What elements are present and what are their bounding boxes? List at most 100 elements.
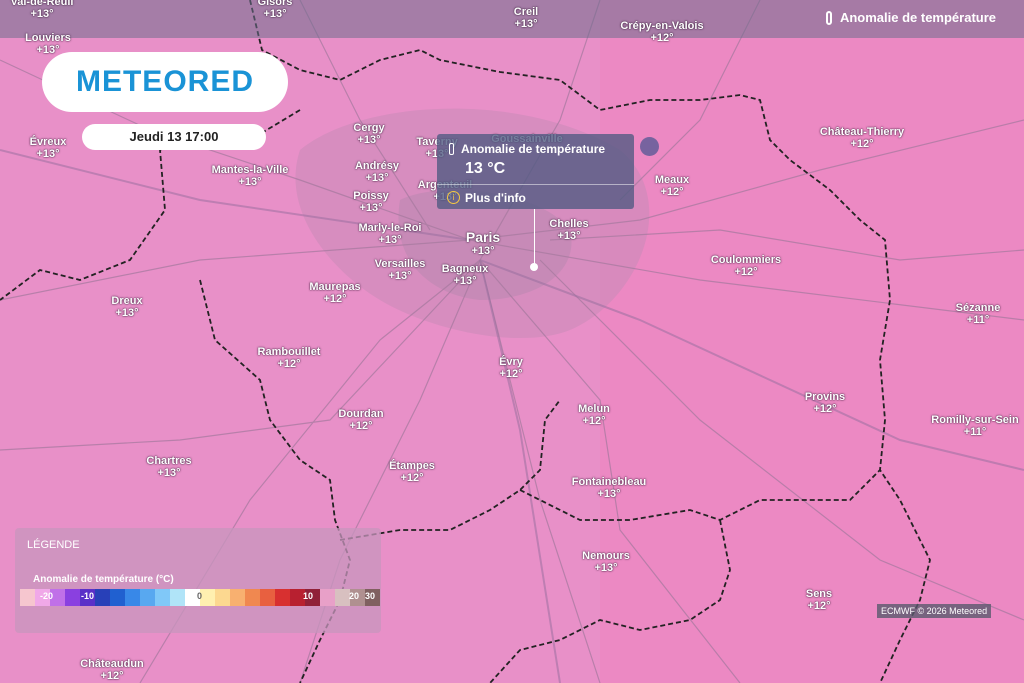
legend-swatch	[170, 589, 185, 606]
city-temp: +13°	[238, 176, 262, 188]
city-label[interactable]: Mantes-la-Ville +13°	[212, 164, 289, 188]
city-temp: +12°	[349, 420, 373, 432]
city-name: Chartres	[146, 455, 192, 467]
city-name: Rambouillet	[257, 346, 321, 358]
city-name: Marly-le-Roi	[358, 222, 422, 234]
date-selector[interactable]: Jeudi 13 17:00	[82, 124, 266, 150]
legend-swatch	[320, 589, 335, 606]
city-temp: +13°	[471, 245, 495, 257]
city-temp: +13°	[36, 148, 60, 160]
city-name: Andrésy	[354, 160, 400, 172]
city-temp: +11°	[963, 426, 987, 438]
city-temp: +13°	[388, 270, 412, 282]
city-temp: +13°	[263, 8, 287, 20]
city-name: Louviers	[25, 32, 71, 44]
city-label[interactable]: Creil +13°	[514, 6, 538, 30]
city-name: Châteaudun	[80, 658, 144, 670]
layer-selector[interactable]: Anomalie de température	[825, 10, 996, 25]
legend-subtitle: Anomalie de température (°C)	[33, 574, 174, 585]
city-name: Paris	[465, 229, 501, 245]
legend-tick: 20	[349, 591, 360, 601]
city-temp: +12°	[850, 138, 874, 150]
city-temp: +13°	[378, 234, 402, 246]
city-temp: +13°	[453, 275, 477, 287]
city-temp: +12°	[734, 266, 758, 278]
city-label[interactable]: Louviers +13°	[25, 32, 71, 56]
city-name: Versailles	[374, 258, 426, 270]
city-temp: +13°	[36, 44, 60, 56]
city-temp: +13°	[597, 488, 621, 500]
legend-swatch	[335, 589, 350, 606]
city-temp: +13°	[359, 202, 383, 214]
city-temp: +13°	[157, 467, 181, 479]
city-label[interactable]: Paris +13°	[465, 229, 501, 258]
location-bubble[interactable]	[640, 137, 659, 156]
city-label[interactable]: Chelles +13°	[549, 218, 588, 242]
location-pin[interactable]	[530, 263, 538, 271]
city-temp: +12°	[100, 670, 124, 682]
city-name: Sens	[805, 588, 833, 600]
legend-swatch	[260, 589, 275, 606]
popup-value: 13 °C	[465, 160, 506, 177]
city-label[interactable]: Val-de-Reuil +13°	[11, 0, 74, 20]
legend-swatch	[230, 589, 245, 606]
city-label[interactable]: Bagneux +13°	[442, 263, 488, 287]
city-label[interactable]: Rambouillet +12°	[258, 346, 321, 370]
legend-swatch	[125, 589, 140, 606]
city-name: Évreux	[29, 136, 67, 148]
city-label[interactable]: Sézanne +11°	[956, 302, 1001, 326]
city-label[interactable]: Versailles +13°	[375, 258, 426, 282]
legend-swatch	[95, 589, 110, 606]
city-label[interactable]: Crépy-en-Valois +12°	[620, 20, 703, 44]
city-name: Mantes-la-Ville	[211, 164, 289, 176]
city-name: Maurepas	[309, 281, 361, 293]
city-temp: +13°	[365, 172, 389, 184]
city-label[interactable]: Gisors +13°	[258, 0, 293, 20]
city-label[interactable]: Nemours +13°	[582, 550, 630, 574]
city-name: Sézanne	[955, 302, 1001, 314]
city-label[interactable]: Château-Thierry +12°	[820, 126, 904, 150]
city-label[interactable]: Étampes +12°	[389, 460, 435, 484]
city-label[interactable]: Dreux +13°	[111, 295, 142, 319]
city-temp: +13°	[357, 134, 381, 146]
popup-divider	[437, 184, 634, 185]
city-label[interactable]: Coulommiers +12°	[711, 254, 781, 278]
city-name: Coulommiers	[710, 254, 782, 266]
city-name: Romilly-sur-Sein	[931, 414, 1019, 426]
data-credit: ECMWF © 2026 Meteored	[877, 604, 992, 618]
city-name: Val-de-Reuil	[10, 0, 74, 8]
legend-swatch	[20, 589, 35, 606]
legend-tick: 30	[365, 591, 376, 601]
city-label[interactable]: Andrésy +13°	[355, 160, 399, 184]
legend-swatch	[200, 589, 215, 606]
city-label[interactable]: Melun +12°	[578, 403, 610, 427]
city-label[interactable]: Romilly-sur-Sein +11°	[931, 414, 1018, 438]
popup-stem	[534, 209, 535, 266]
city-label[interactable]: Évry +12°	[499, 356, 523, 380]
city-label[interactable]: Marly-le-Roi +13°	[359, 222, 422, 246]
city-name: Fontainebleau	[571, 476, 647, 488]
legend-panel: LÉGENDE Anomalie de température (°C) -20…	[15, 528, 381, 633]
logo-text: METEORED	[75, 65, 254, 98]
city-temp: +12°	[807, 600, 831, 612]
city-label[interactable]: Poissy +13°	[353, 190, 388, 214]
city-label[interactable]: Maurepas +12°	[309, 281, 360, 305]
city-label[interactable]: Meaux +12°	[655, 174, 689, 198]
city-label[interactable]: Dourdan +12°	[338, 408, 383, 432]
legend-tick: -10	[81, 591, 95, 601]
city-label[interactable]: Provins +12°	[805, 391, 845, 415]
meteored-logo[interactable]: METEORED	[42, 52, 288, 112]
city-label[interactable]: Cergy +13°	[353, 122, 384, 146]
city-name: Nemours	[582, 550, 630, 562]
info-popup[interactable]: Anomalie de température 13 °C i Plus d'i…	[437, 134, 634, 209]
city-label[interactable]: Sens +12°	[806, 588, 832, 612]
city-label[interactable]: Fontainebleau +13°	[572, 476, 647, 500]
city-label[interactable]: Chartres +13°	[146, 455, 191, 479]
legend-title: LÉGENDE	[27, 539, 80, 551]
city-label[interactable]: Châteaudun +12°	[80, 658, 144, 682]
city-temp: +13°	[115, 307, 139, 319]
city-label[interactable]: Évreux +13°	[30, 136, 67, 160]
more-info-link[interactable]: Plus d'info	[465, 191, 526, 205]
thermometer-icon	[825, 10, 832, 25]
city-temp: +12°	[499, 368, 523, 380]
